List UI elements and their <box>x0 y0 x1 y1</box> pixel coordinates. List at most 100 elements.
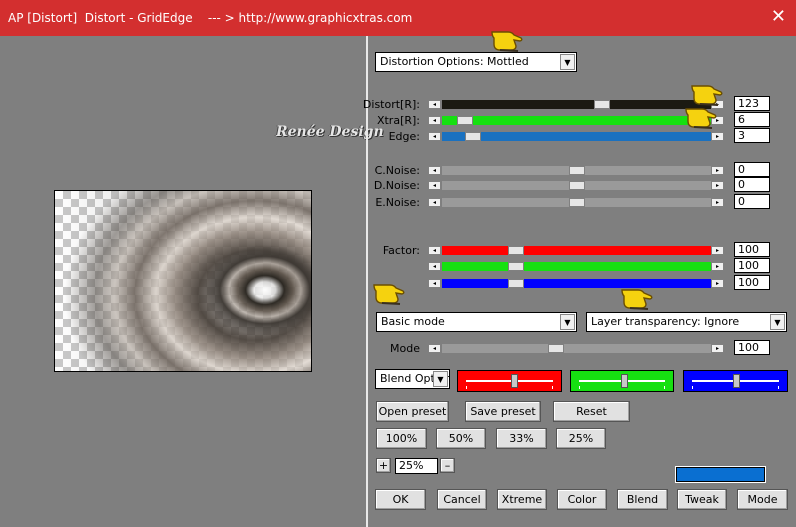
preview-image[interactable] <box>54 190 312 372</box>
cancel-button[interactable]: Cancel <box>437 489 487 510</box>
chevron-down-icon[interactable]: ▼ <box>770 314 785 330</box>
zoom-33-button[interactable]: 33% <box>496 428 547 449</box>
color-button[interactable]: Color <box>557 489 607 510</box>
window-title: AP [Distort] Distort - GridEdge --- > ht… <box>8 11 413 25</box>
zoom-50-button[interactable]: 50% <box>436 428 486 449</box>
scroll-right-icon[interactable]: ▸ <box>711 132 724 141</box>
color-swatch[interactable] <box>675 466 766 483</box>
tweak-button[interactable]: Tweak <box>677 489 727 510</box>
hand-pointer-icon <box>685 108 717 129</box>
slider-fill <box>442 116 711 125</box>
zoom-100-button[interactable]: 100% <box>376 428 427 449</box>
slider-value-field[interactable]: 0 <box>734 194 770 209</box>
slider-knob[interactable] <box>733 374 740 388</box>
blend-button[interactable]: Blend <box>617 489 668 510</box>
red-blend-slider[interactable] <box>457 370 562 392</box>
chevron-down-icon[interactable]: ▼ <box>433 371 448 387</box>
slider-thumb[interactable] <box>594 100 610 109</box>
scroll-left-icon[interactable]: ◂ <box>428 279 441 288</box>
slider-label: Mode <box>390 342 420 355</box>
scroll-left-icon[interactable]: ◂ <box>428 166 441 175</box>
distortion-options-value: Distortion Options: Mottled <box>380 55 529 68</box>
scroll-left-icon[interactable]: ◂ <box>428 246 441 255</box>
slider-label: C.Noise: <box>374 164 420 177</box>
scroll-left-icon[interactable]: ◂ <box>428 100 441 109</box>
slider-ticks <box>466 386 553 389</box>
scroll-left-icon[interactable]: ◂ <box>428 116 441 125</box>
scroll-right-icon[interactable]: ▸ <box>711 166 724 175</box>
slider-thumb[interactable] <box>548 344 564 353</box>
layer-transparency-value: Layer transparency: Ignore <box>591 315 740 328</box>
hand-pointer-icon <box>621 289 653 310</box>
slider-value-field[interactable]: 100 <box>734 242 770 257</box>
scroll-right-icon[interactable]: ▸ <box>711 181 724 190</box>
blend-options-dropdown[interactable]: Blend Options ▼ <box>375 369 450 389</box>
slider-value-field[interactable]: 3 <box>734 128 770 143</box>
slider-value-field[interactable]: 123 <box>734 96 770 111</box>
blue-blend-slider[interactable] <box>683 370 788 392</box>
slider-label: E.Noise: <box>375 196 420 209</box>
close-icon[interactable]: ✕ <box>771 8 786 26</box>
scroll-right-icon[interactable]: ▸ <box>711 279 724 288</box>
slider-knob[interactable] <box>621 374 628 388</box>
distortion-options-dropdown[interactable]: Distortion Options: Mottled ▼ <box>375 52 577 72</box>
scroll-left-icon[interactable]: ◂ <box>428 344 441 353</box>
zoom-in-button[interactable]: + <box>376 458 391 473</box>
zoom-out-button[interactable]: – <box>440 458 455 473</box>
slider-track[interactable] <box>442 262 711 271</box>
slider-value-field[interactable]: 100 <box>734 275 770 290</box>
slider-value-field[interactable]: 0 <box>734 162 770 177</box>
slider-track[interactable] <box>442 100 711 109</box>
slider-knob[interactable] <box>511 374 518 388</box>
slider-track[interactable] <box>442 132 711 141</box>
zoom-value-field[interactable]: 25% <box>395 458 438 474</box>
slider-value-field[interactable]: 100 <box>734 258 770 273</box>
scroll-left-icon[interactable]: ◂ <box>428 198 441 207</box>
slider-track[interactable] <box>442 344 711 353</box>
scroll-right-icon[interactable]: ▸ <box>711 262 724 271</box>
scroll-right-icon[interactable]: ▸ <box>711 246 724 255</box>
scroll-left-icon[interactable]: ◂ <box>428 132 441 141</box>
mode-button[interactable]: Mode <box>737 489 788 510</box>
scroll-right-icon[interactable]: ▸ <box>711 344 724 353</box>
slider-label: Edge: <box>388 130 420 143</box>
slider-fill <box>442 246 711 255</box>
reset-button[interactable]: Reset <box>553 401 630 422</box>
slider-value-field[interactable]: 6 <box>734 112 770 127</box>
slider-thumb[interactable] <box>508 246 524 255</box>
slider-thumb[interactable] <box>569 181 585 190</box>
green-blend-slider[interactable] <box>570 370 674 392</box>
slider-track[interactable] <box>442 246 711 255</box>
slider-thumb[interactable] <box>569 166 585 175</box>
slider-track[interactable] <box>442 279 711 288</box>
chevron-down-icon[interactable]: ▼ <box>560 314 575 330</box>
slider-fill <box>442 100 711 109</box>
slider-value-field[interactable]: 0 <box>734 177 770 192</box>
swirl-effect <box>55 191 311 371</box>
slider-label: Distort[R]: <box>362 98 420 111</box>
slider-thumb[interactable] <box>465 132 481 141</box>
zoom-25-button[interactable]: 25% <box>556 428 606 449</box>
hand-pointer-icon <box>491 31 523 52</box>
chevron-down-icon[interactable]: ▼ <box>560 54 575 70</box>
layer-transparency-dropdown[interactable]: Layer transparency: Ignore ▼ <box>586 312 787 332</box>
slider-thumb[interactable] <box>508 279 524 288</box>
scroll-left-icon[interactable]: ◂ <box>428 181 441 190</box>
slider-fill <box>442 279 711 288</box>
scroll-left-icon[interactable]: ◂ <box>428 262 441 271</box>
scroll-right-icon[interactable]: ▸ <box>711 198 724 207</box>
mode-dropdown[interactable]: Basic mode ▼ <box>376 312 577 332</box>
slider-thumb[interactable] <box>508 262 524 271</box>
ok-button[interactable]: OK <box>375 489 426 510</box>
slider-fill <box>442 262 711 271</box>
slider-fill <box>442 132 711 141</box>
slider-thumb[interactable] <box>569 198 585 207</box>
open-preset-button[interactable]: Open preset <box>376 401 449 422</box>
title-bar: AP [Distort] Distort - GridEdge --- > ht… <box>0 0 796 36</box>
save-preset-button[interactable]: Save preset <box>465 401 541 422</box>
hand-pointer-icon <box>373 284 405 305</box>
slider-thumb[interactable] <box>457 116 473 125</box>
xtreme-button[interactable]: Xtreme <box>497 489 547 510</box>
slider-track[interactable] <box>442 116 711 125</box>
slider-value-field[interactable]: 100 <box>734 340 770 355</box>
